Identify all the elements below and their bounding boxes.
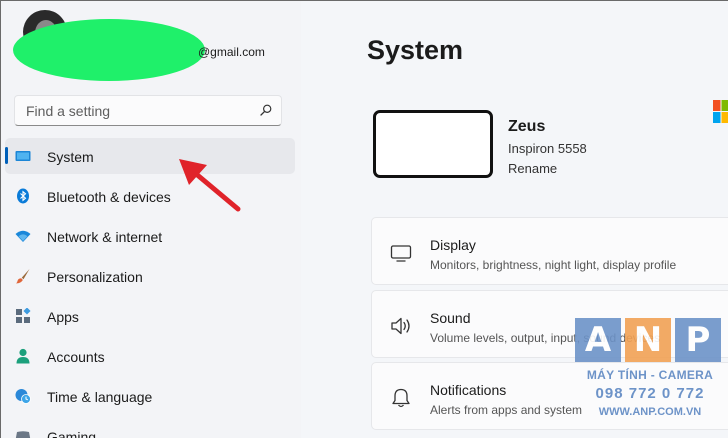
bluetooth-icon <box>17 188 29 204</box>
watermark-letter: A <box>575 318 621 362</box>
person-icon <box>16 348 30 364</box>
sidebar-item-label: Personalization <box>47 269 143 285</box>
apps-icon <box>16 308 31 323</box>
active-indicator <box>5 147 8 164</box>
microsoft-logo-icon <box>713 100 728 123</box>
display-card[interactable]: Display Monitors, brightness, night ligh… <box>371 217 728 285</box>
globe-clock-icon <box>15 389 31 404</box>
red-arrow-annotation <box>179 159 241 212</box>
gaming-icon <box>15 431 31 438</box>
rename-link[interactable]: Rename <box>508 161 557 176</box>
card-title: Notifications <box>430 382 507 398</box>
wifi-icon <box>15 230 31 242</box>
device-model: Inspiron 5558 <box>508 141 587 156</box>
anp-watermark: A N P MÁY TÍNH - CAMERA 098 772 0 772 WW… <box>575 318 725 436</box>
watermark-url: WWW.ANP.COM.VN <box>598 406 702 418</box>
sidebar-item-time-language[interactable]: Time & language <box>5 378 295 414</box>
sidebar-item-gaming[interactable]: Gaming <box>5 418 295 438</box>
sidebar-item-label: Apps <box>47 309 79 325</box>
watermark-letter: P <box>675 318 721 362</box>
card-title: Display <box>430 237 476 253</box>
card-subtitle: Alerts from apps and system <box>430 403 583 417</box>
search-icon[interactable] <box>260 104 272 116</box>
account-name-redaction <box>13 19 205 81</box>
sidebar-item-label: System <box>47 149 94 165</box>
speaker-icon <box>391 317 410 335</box>
search-box[interactable] <box>14 95 282 126</box>
system-icon <box>15 151 31 161</box>
sidebar-item-label: Gaming <box>47 429 97 438</box>
device-image <box>373 110 493 178</box>
sidebar-item-label: Network & internet <box>47 229 163 245</box>
bell-icon <box>392 388 410 408</box>
sidebar-item-label: Accounts <box>47 349 105 365</box>
sidebar-item-label: Time & language <box>47 389 153 405</box>
card-subtitle: Monitors, brightness, night light, displ… <box>430 258 677 272</box>
sidebar-item-accounts[interactable]: Accounts <box>5 338 295 374</box>
sidebar: @gmail.com System Bluetooth & devices Ne… <box>1 1 301 438</box>
sidebar-item-personalization[interactable]: Personalization <box>5 258 295 294</box>
account-email: @gmail.com <box>198 45 265 59</box>
display-icon <box>390 245 412 262</box>
page-title: System <box>367 35 464 65</box>
watermark-letter: N <box>625 318 671 362</box>
watermark-phone: 098 772 0 772 <box>595 385 705 402</box>
sidebar-item-label: Bluetooth & devices <box>47 189 171 205</box>
sidebar-item-apps[interactable]: Apps <box>5 298 295 334</box>
device-name: Zeus <box>508 118 546 135</box>
search-input[interactable] <box>15 96 255 125</box>
brush-icon <box>16 269 30 284</box>
watermark-tagline: MÁY TÍNH - CAMERA <box>586 368 714 382</box>
card-title: Sound <box>430 310 471 326</box>
sidebar-item-bluetooth[interactable]: Bluetooth & devices <box>5 178 295 214</box>
sidebar-item-system[interactable]: System <box>5 138 295 174</box>
sidebar-item-network[interactable]: Network & internet <box>5 218 295 254</box>
